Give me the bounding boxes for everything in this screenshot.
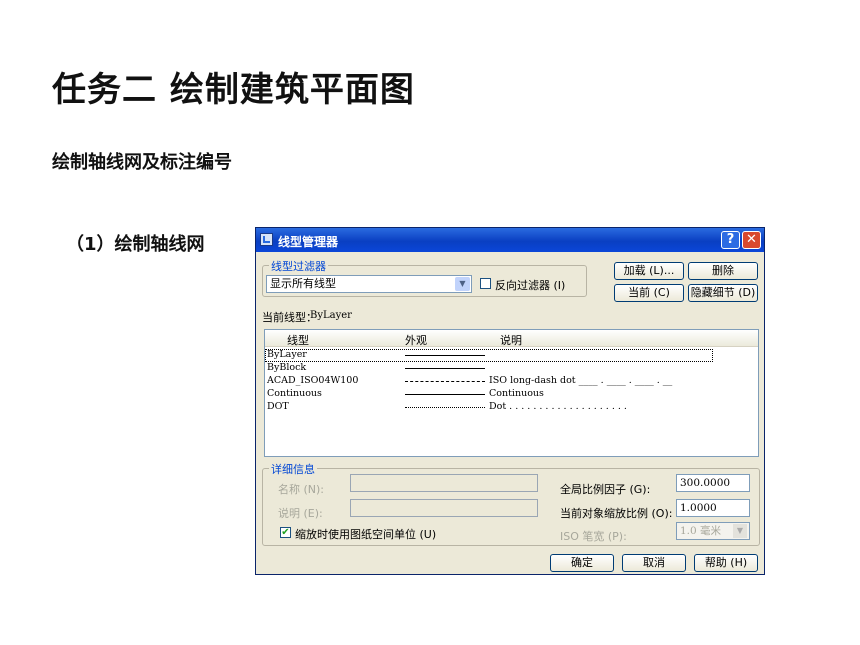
linetype-manager-dialog: 线型管理器 ? ✕ 线型过滤器 显示所有线型 ▼ 反向过滤器 (I) 加载 (L…	[255, 227, 765, 575]
linetype-desc: ISO long-dash dot ____ . ____ . ____ . _…	[489, 375, 673, 386]
linetype-preview	[405, 407, 485, 408]
delete-button[interactable]: 删除	[688, 262, 758, 280]
linetype-preview	[405, 381, 485, 382]
linetype-preview	[405, 368, 485, 369]
scale-paper-units-checkbox[interactable]: ✔	[280, 527, 291, 538]
iso-pen-value: 1.0 毫米	[680, 525, 722, 537]
global-scale-input[interactable]: 300.0000	[676, 474, 750, 492]
linetype-name: ByBlock	[267, 362, 307, 373]
linetype-desc: Dot . . . . . . . . . . . . . . . . . . …	[489, 401, 627, 412]
list-item[interactable]: DOT Dot . . . . . . . . . . . . . . . . …	[265, 401, 758, 414]
load-button[interactable]: 加载 (L)...	[614, 262, 684, 280]
current-linetype-label: 当前线型：	[262, 311, 317, 324]
current-button[interactable]: 当前 (C)	[614, 284, 684, 302]
app-icon	[260, 233, 273, 246]
invert-filter-label: 反向过滤器 (I)	[495, 279, 566, 292]
iso-pen-select: 1.0 毫米 ▼	[676, 522, 750, 540]
invert-filter-checkbox[interactable]	[480, 278, 491, 289]
dialog-titlebar[interactable]: 线型管理器 ? ✕	[256, 228, 764, 252]
dialog-title: 线型管理器	[278, 235, 339, 249]
chevron-down-icon[interactable]: ▼	[455, 277, 470, 291]
cancel-button[interactable]: 取消	[622, 554, 686, 572]
list-item[interactable]: ByLayer	[265, 349, 713, 362]
linetype-preview	[405, 394, 485, 395]
column-description[interactable]: 说明	[500, 332, 522, 348]
current-linetype-value: ByLayer	[310, 310, 352, 321]
linetype-name: DOT	[267, 401, 289, 412]
desc-field	[350, 499, 538, 517]
object-scale-label: 当前对象缩放比例 (O):	[560, 507, 673, 520]
hide-details-button[interactable]: 隐藏细节 (D)	[688, 284, 758, 302]
linetype-preview	[405, 355, 485, 356]
global-scale-label: 全局比例因子 (G):	[560, 483, 651, 496]
slide-subtitle: 绘制轴线网及标注编号	[52, 152, 232, 173]
list-item[interactable]: ACAD_ISO04W100 ISO long-dash dot ____ . …	[265, 375, 758, 388]
slide-title: 任务二 绘制建筑平面图	[52, 70, 415, 110]
filter-value: 显示所有线型	[270, 277, 336, 290]
scale-paper-units-label: 缩放时使用图纸空间单位 (U)	[295, 528, 437, 541]
object-scale-input[interactable]: 1.0000	[676, 499, 750, 517]
iso-pen-label: ISO 笔宽 (P):	[560, 530, 627, 543]
list-header: 线型 外观 说明	[265, 330, 758, 347]
name-label: 名称 (N):	[278, 483, 325, 496]
filter-group-label: 线型过滤器	[269, 258, 328, 274]
linetype-name: Continuous	[267, 388, 322, 399]
step-label: （1）绘制轴线网	[66, 234, 205, 255]
name-field	[350, 474, 538, 492]
column-linetype[interactable]: 线型	[287, 332, 309, 348]
linetype-list[interactable]: 线型 外观 说明 ByLayer ByBlock ACAD_ISO04W100 …	[264, 329, 759, 457]
close-icon[interactable]: ✕	[742, 231, 761, 249]
list-item[interactable]: Continuous Continuous	[265, 388, 758, 401]
ok-button[interactable]: 确定	[550, 554, 614, 572]
details-group-label: 详细信息	[269, 461, 317, 477]
linetype-filter-select[interactable]: 显示所有线型 ▼	[266, 275, 472, 293]
linetype-name: ByLayer	[267, 349, 307, 360]
column-appearance[interactable]: 外观	[405, 332, 427, 348]
help-button[interactable]: 帮助 (H)	[694, 554, 758, 572]
linetype-name: ACAD_ISO04W100	[267, 375, 359, 386]
help-icon[interactable]: ?	[721, 231, 740, 249]
chevron-down-icon: ▼	[733, 524, 747, 538]
desc-label: 说明 (E):	[278, 507, 323, 520]
linetype-desc: Continuous	[489, 388, 544, 399]
list-item[interactable]: ByBlock	[265, 362, 758, 375]
